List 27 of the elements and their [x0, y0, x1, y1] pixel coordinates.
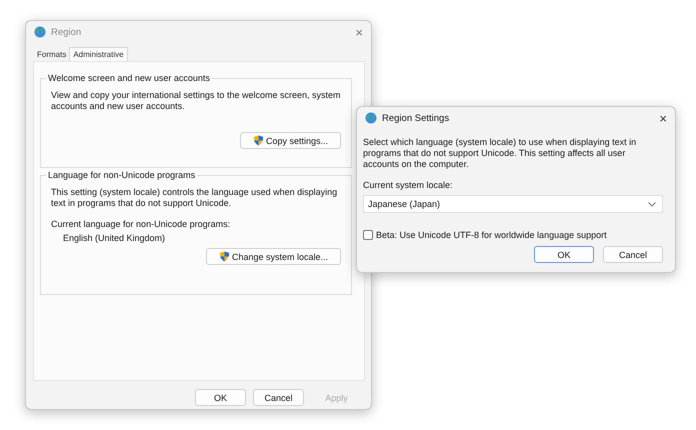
current-language-value: English (United Kingdom) [63, 233, 166, 243]
window-title: Region [51, 26, 82, 38]
admin-button[interactable]: Copy settings... [240, 132, 341, 149]
chevron-down-icon [648, 202, 656, 206]
dialog-description: Select which language (system locale) to use when displaying text in programs that do not support Unicode. This setting affects all user accounts on the computer. [363, 137, 638, 170]
close-button[interactable]: × [657, 112, 669, 124]
dialog-button[interactable]: OK [195, 389, 246, 406]
group-description: View and copy your international settings to the welcome screen, system accounts and new user accounts. [51, 90, 341, 112]
current-language-label: Current language for non-Unicode programs: [51, 219, 232, 229]
window-title: Region Settings [382, 112, 450, 124]
beta-checkbox[interactable]: Beta: Use Unicode UTF-8 for worldwide language support [363, 230, 663, 240]
tab[interactable]: Administrative [69, 47, 128, 61]
globe-icon [34, 26, 46, 38]
shield-icon [218, 251, 230, 262]
dialog-button[interactable]: Cancel [603, 246, 663, 263]
globe-icon [365, 112, 377, 124]
group-description: This setting (system locale) controls the language used when displaying text in programs that do not support Unicode. [51, 187, 338, 209]
locale-dropdown[interactable]: Japanese (Japan) [363, 195, 663, 213]
dialog-button[interactable]: OK [534, 246, 594, 263]
group-title: Welcome screen and new user accounts [46, 73, 212, 83]
dialog-button[interactable]: Cancel [253, 389, 304, 406]
tab[interactable]: Formats [34, 47, 70, 61]
close-button[interactable]: × [353, 26, 365, 38]
shield-icon [252, 135, 264, 146]
locale-label: Current system locale: [363, 180, 454, 190]
group-title: Language for non-Unicode programs [46, 170, 198, 180]
admin-button[interactable]: Change system locale... [206, 248, 341, 265]
